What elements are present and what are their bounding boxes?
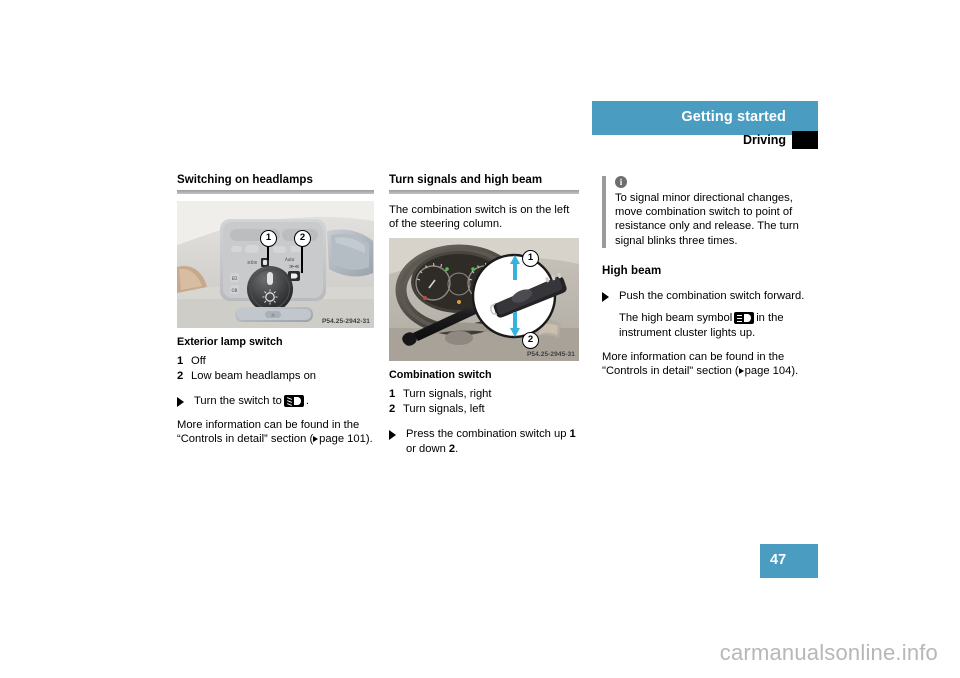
instruction-period: . [305, 395, 309, 407]
more-info-line1: More information can be found in the [177, 418, 360, 431]
instruction-text: Turn the switch to [194, 395, 282, 407]
more-info-line2-post: ). [791, 364, 799, 377]
legend-text: Turn signals, left [403, 402, 485, 415]
more-info-right: More information can be found in the "Co… [602, 350, 818, 378]
legend-text: Off [191, 355, 206, 367]
svg-text:☼: ☼ [271, 313, 275, 319]
caption-combination-switch: Combination switch [389, 369, 492, 382]
page-ref-text: page 104 [744, 364, 792, 377]
exterior-lamp-switch-illustration: ED OB ≡0≡ Auto ≫≪ ☼ [177, 201, 374, 328]
page-ref-triangle-icon [313, 435, 319, 442]
instruction-press-combination-switch: Press the combination switch up 1 or dow… [389, 427, 579, 456]
instruction-turn-switch: Turn the switch to. [177, 394, 374, 409]
svg-text:≡0≡: ≡0≡ [247, 260, 258, 266]
arrow-bullet-icon [389, 430, 396, 441]
page-number: 47 [770, 552, 787, 568]
column-middle: Turn signals and high beam The combinati… [389, 173, 579, 457]
legend-number: 1 [177, 355, 184, 367]
legend-item: 1 Turn signals, right [389, 387, 579, 402]
legend-text: Turn signals, right [403, 388, 492, 401]
svg-text:ED: ED [232, 276, 238, 281]
heading-high-beam: High beam [602, 264, 662, 277]
arrow-bullet-icon [602, 291, 609, 302]
sub-note-high-beam-symbol: The high beam symbol in the instrument cl… [602, 311, 818, 340]
low-beam-symbol-icon [283, 395, 304, 407]
more-info-line2-pre: “Controls in detail” section ( [177, 432, 314, 445]
info-box-bar [602, 176, 606, 248]
more-info-line1: More information can be found in the [602, 350, 785, 363]
info-icon: i [615, 176, 627, 188]
instruction-text: Push the combination switch forward. [619, 289, 805, 302]
intro-combination-switch: The combination switch is on the left of… [389, 204, 570, 231]
info-note-box: i To signal minor directional changes, m… [602, 176, 818, 248]
column-right: i To signal minor directional changes, m… [602, 173, 818, 378]
more-info-line2-post: ). [365, 432, 373, 445]
info-note-text: To signal minor directional changes, mov… [615, 192, 799, 247]
header-banner: Getting started [592, 101, 818, 135]
arrow-bullet-icon [177, 397, 184, 407]
instruction-part-a: Press the combination switch up [406, 428, 570, 441]
watermark: carmanualsonline.info [719, 640, 938, 665]
figure-callout-2: 2 [294, 230, 311, 247]
page-reference-104: page 104 [738, 364, 792, 377]
heading-turn-signals-high-beam: Turn signals and high beam [389, 174, 543, 186]
svg-text:Auto: Auto [285, 257, 295, 262]
banner-title: Getting started [681, 109, 786, 125]
page-reference-101: page 101 [313, 433, 366, 445]
legend-number: 1 [389, 388, 396, 401]
column-left: Switching on headlamps ED OB ≡0≡ Auto ≫≪… [177, 173, 374, 446]
section-tab-marker [792, 131, 818, 149]
heading-rule [177, 190, 374, 194]
legend-item: 1 Off [177, 354, 374, 369]
page-ref-triangle-icon [738, 367, 744, 374]
figure-code: P54.25-2942-31 [321, 318, 370, 325]
page-ref-text: page 101 [319, 432, 366, 445]
section-header-row: Driving [592, 131, 818, 151]
svg-text:≫≪: ≫≪ [289, 264, 299, 270]
legend-text: Low beam headlamps on [191, 369, 317, 382]
caption-exterior-lamp-switch: Exterior lamp switch [177, 336, 283, 348]
page-number-box: 47 [760, 544, 818, 578]
figure-combination-switch: 1 2 P54.25-2945-31 [389, 238, 579, 362]
heading-rule [389, 190, 579, 194]
figure-exterior-lamp-switch: ED OB ≡0≡ Auto ≫≪ ☼ 1 2 P54.25-2942-31 [177, 201, 374, 328]
combination-switch-illustration [389, 238, 579, 362]
legend-item: 2 Low beam headlamps on [177, 369, 374, 384]
instruction-part-e: . [455, 443, 459, 455]
legend-number: 2 [389, 402, 396, 415]
instruction-part-c: or down [406, 443, 449, 455]
callout-leader-2 [301, 245, 303, 273]
high-beam-symbol-icon [734, 312, 755, 325]
legend-number: 2 [177, 369, 184, 382]
instruction-part-b: 1 [569, 428, 576, 441]
callout-leader-1 [267, 245, 269, 260]
legend-item: 2 Turn signals, left [389, 402, 579, 417]
legend-list-middle: 1 Turn signals, right 2 Turn signals, left [389, 387, 579, 416]
sub-note-pre: The high beam symbol [619, 312, 733, 325]
figure-code: P54.25-2945-31 [526, 351, 575, 359]
more-info-line2-pre: "Controls in detail" section ( [602, 364, 739, 377]
svg-text:OB: OB [232, 288, 238, 293]
heading-switching-on-headlamps: Switching on headlamps [177, 174, 313, 186]
more-info-left: More information can be found in the “Co… [177, 418, 374, 446]
legend-list-left: 1 Off 2 Low beam headlamps on [177, 354, 374, 383]
instruction-push-switch-forward: Push the combination switch forward. [602, 289, 818, 304]
section-title: Driving [742, 133, 786, 147]
figure-callout-1: 1 [260, 230, 277, 247]
